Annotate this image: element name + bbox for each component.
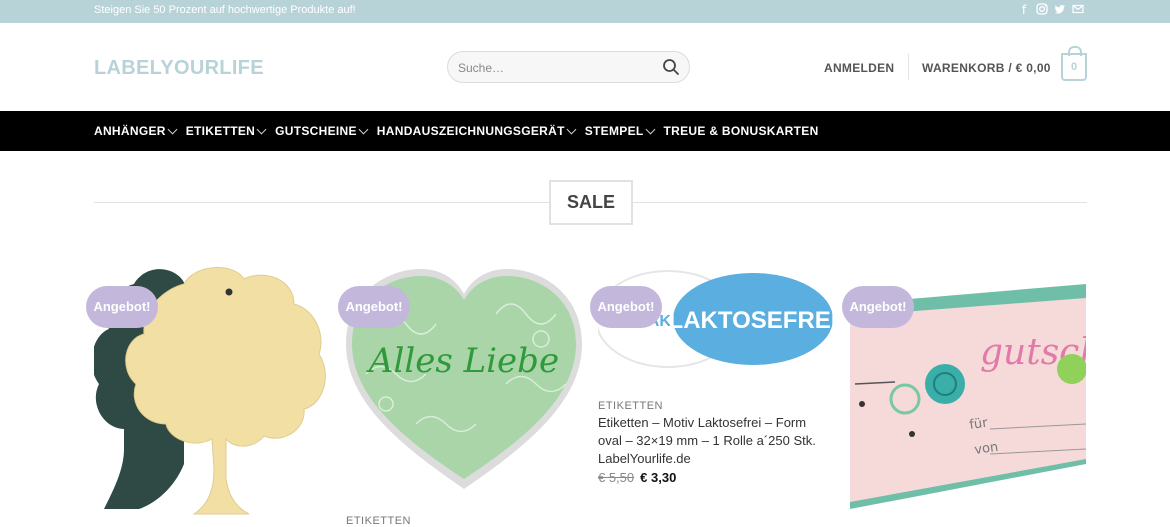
chevron-down-icon <box>256 124 267 134</box>
chevron-down-icon <box>645 124 655 134</box>
cart-count: 0 <box>1070 61 1078 73</box>
social-links: f <box>1018 3 1084 17</box>
nav-item-gutscheine[interactable]: GUTSCHEINE <box>275 124 369 138</box>
sale-badge: Angebot! <box>590 286 662 328</box>
promo-message: Steigen Sie 50 Prozent auf hochwertige P… <box>94 4 356 16</box>
mail-icon[interactable] <box>1072 3 1084 17</box>
nav-item-treue-bonuskarten[interactable]: TREUE & BONUSKARTEN <box>664 124 819 138</box>
cart-icon[interactable]: 0 <box>1061 46 1087 81</box>
login-link[interactable]: ANMELDEN <box>824 61 894 75</box>
label-text: LAKTOSEFREI <box>669 307 834 334</box>
nav-item-anhaenger[interactable]: ANHÄNGER <box>94 124 178 138</box>
search-box <box>447 51 690 83</box>
product-price: € 5,50 € 3,30 <box>598 470 676 485</box>
product-title[interactable]: Etiketten – Motiv Laktosefrei – Form ova… <box>598 414 830 468</box>
facebook-icon[interactable]: f <box>1018 3 1030 17</box>
heart-text: Alles Liebe <box>366 341 559 381</box>
top-bar: Steigen Sie 50 Prozent auf hochwertige P… <box>0 0 1170 23</box>
nav-item-etiketten[interactable]: ETIKETTEN <box>186 124 267 138</box>
old-price: € 5,50 <box>598 470 635 485</box>
search-icon[interactable] <box>662 58 680 76</box>
chevron-down-icon <box>358 124 369 134</box>
header-divider <box>908 54 909 80</box>
product-category[interactable]: ETIKETTEN <box>346 515 411 527</box>
site-logo[interactable]: LABELYOURLIFE <box>94 57 264 80</box>
instagram-icon[interactable] <box>1036 3 1048 17</box>
nav-item-stempel[interactable]: STEMPEL <box>585 124 655 138</box>
main-navigation: ANHÄNGER ETIKETTEN GUTSCHEINE HANDAUSZEI… <box>0 111 1170 151</box>
sale-price: € 3,30 <box>640 470 677 485</box>
chevron-down-icon <box>566 124 577 134</box>
product-category[interactable]: ETIKETTEN <box>598 400 663 412</box>
sale-badge: Angebot! <box>86 286 158 328</box>
cart-link[interactable]: WARENKORB / € 0,00 <box>922 61 1051 75</box>
nav-item-handauszeichnungsgeraet[interactable]: HANDAUSZEICHNUNGSGERÄT <box>377 124 577 138</box>
search-input[interactable] <box>458 58 658 78</box>
section-title: SALE <box>549 180 633 225</box>
sale-badge: Angebot! <box>338 286 410 328</box>
site-header: LABELYOURLIFE ANMELDEN WARENKORB / € 0,0… <box>0 23 1170 111</box>
card-text-fuer: für <box>968 415 989 432</box>
chevron-down-icon <box>167 124 178 134</box>
twitter-icon[interactable] <box>1054 3 1066 17</box>
sale-badge: Angebot! <box>842 286 914 328</box>
